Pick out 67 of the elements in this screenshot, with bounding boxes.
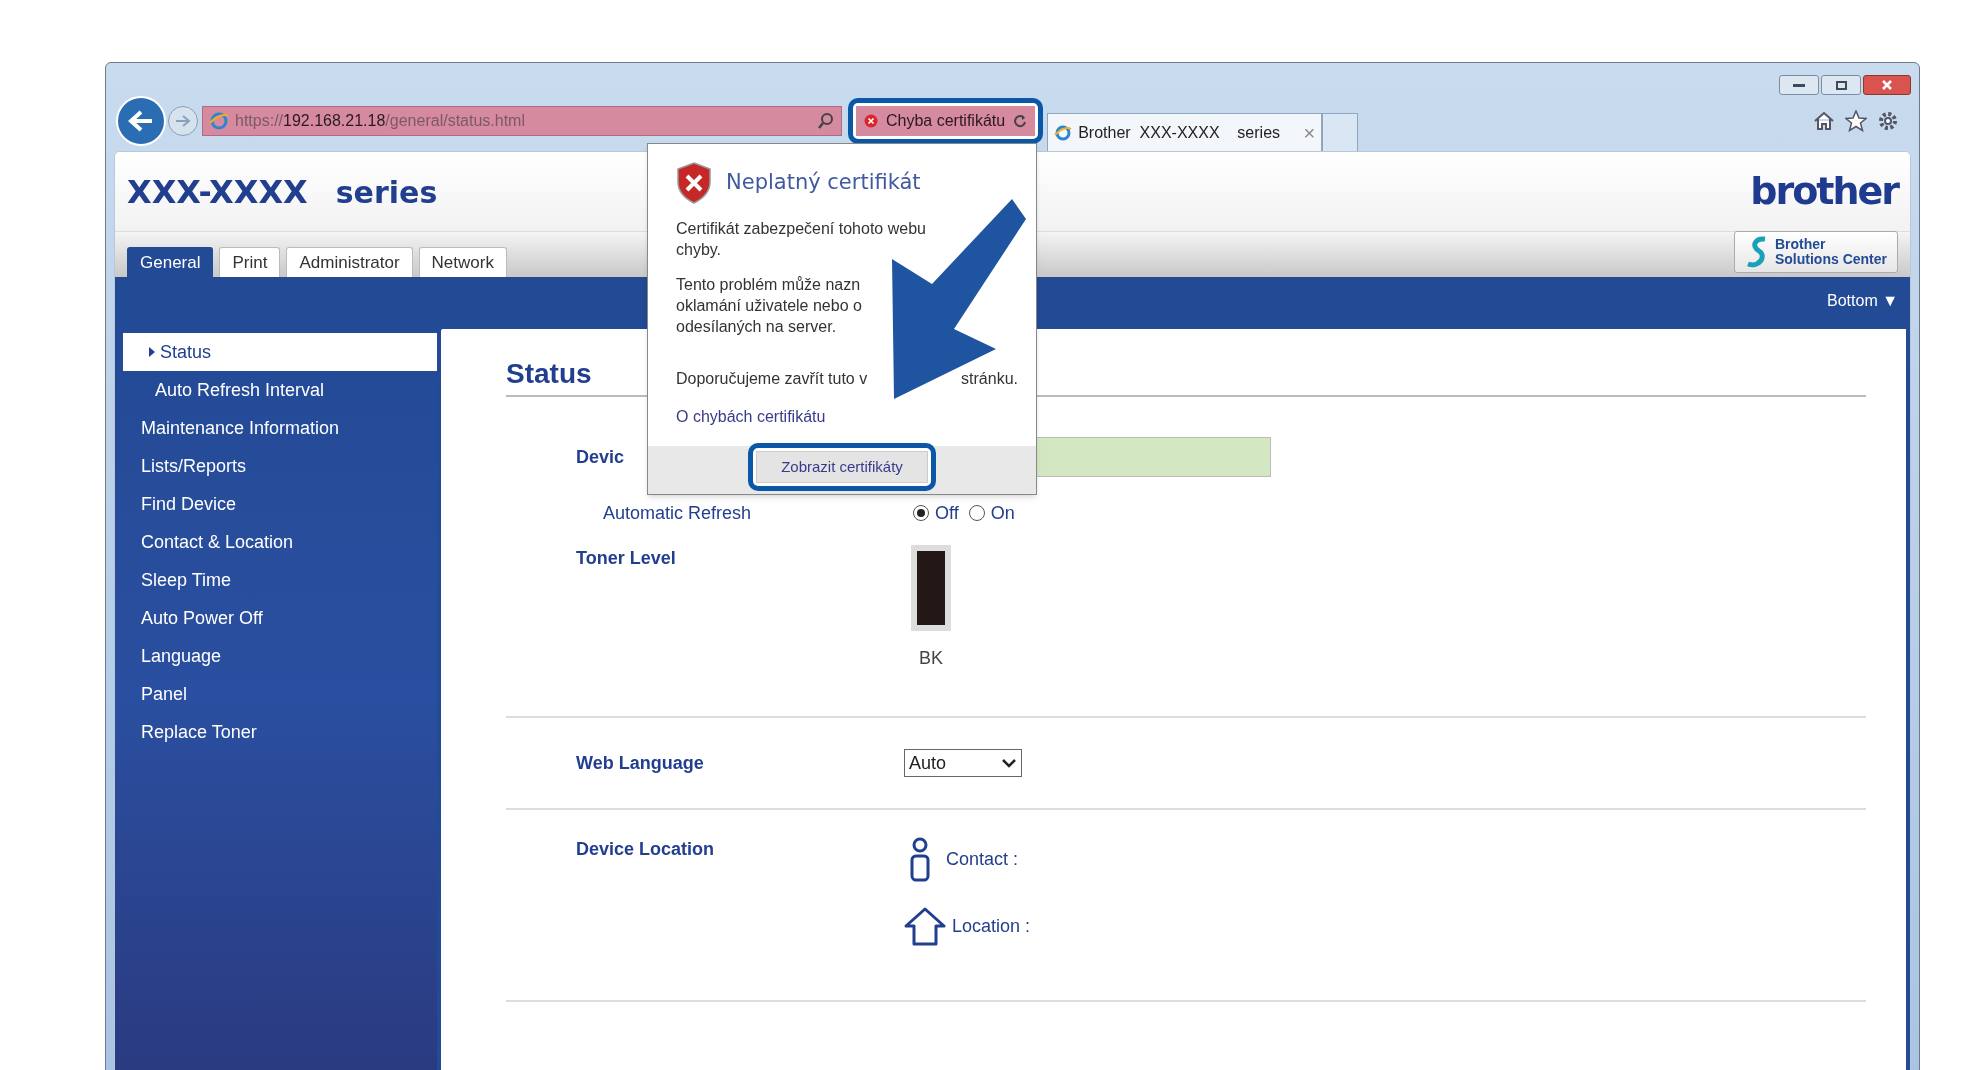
tab-title: Brother XXX-XXXX series bbox=[1078, 122, 1281, 143]
chevron-down-icon bbox=[1001, 758, 1017, 768]
sidebar-item[interactable]: Sleep Time bbox=[115, 561, 437, 599]
sidebar-item[interactable]: Language bbox=[115, 637, 437, 675]
settings-icon[interactable] bbox=[1877, 110, 1899, 132]
sidebar-item[interactable]: Contact & Location bbox=[115, 523, 437, 561]
toner-name: BK bbox=[919, 647, 943, 670]
browser-tab[interactable]: Brother XXX-XXXX series × bbox=[1047, 113, 1323, 151]
house-icon bbox=[904, 906, 946, 946]
browser-logo-icon bbox=[1054, 123, 1073, 142]
home-icon[interactable] bbox=[1813, 111, 1835, 131]
view-certificates-button[interactable]: Zobrazit certifikáty bbox=[756, 451, 928, 483]
field-label: Automatic Refresh bbox=[603, 501, 753, 525]
field-label: Device Location bbox=[576, 838, 716, 861]
minimize-button[interactable] bbox=[1779, 75, 1819, 95]
sidebar-item[interactable]: Lists/Reports bbox=[115, 447, 437, 485]
caret-icon bbox=[149, 347, 155, 357]
model-title: XXX-XXXX bbox=[127, 171, 308, 213]
contact-label: Contact : bbox=[946, 847, 1019, 871]
search-icon bbox=[817, 112, 835, 130]
shield-error-icon bbox=[864, 114, 878, 128]
address-bar[interactable]: https://192.168.21.18/general/status.html bbox=[202, 106, 842, 136]
forward-arrow-icon bbox=[175, 114, 191, 128]
popup-text: Certifikát zabezpečení tohoto webu chyby. bbox=[676, 219, 927, 260]
url-text: https://192.168.21.18/general/status.html bbox=[235, 111, 525, 131]
nav-tab[interactable]: General bbox=[127, 247, 214, 277]
popup-text: Doporučujeme zavřít tuto v bbox=[676, 369, 868, 389]
radio-button[interactable] bbox=[968, 505, 985, 521]
nav-tab[interactable]: Print bbox=[219, 247, 281, 277]
nav-tab[interactable]: Network bbox=[418, 247, 507, 277]
page-title: Status bbox=[506, 357, 592, 391]
bottom-link[interactable]: Bottom ▼ bbox=[1827, 289, 1898, 313]
series-title: series bbox=[335, 173, 438, 212]
sidebar-item[interactable]: Status bbox=[123, 333, 437, 371]
browser-logo-icon bbox=[209, 111, 229, 131]
sidebar-item[interactable]: Maintenance Information bbox=[115, 409, 437, 447]
certificate-errors-link[interactable]: O chybách certifikátu bbox=[676, 405, 826, 429]
back-button[interactable] bbox=[116, 96, 166, 146]
shield-error-icon bbox=[676, 162, 712, 204]
radio-option[interactable]: On bbox=[968, 499, 1015, 527]
popup-text: stránku. bbox=[961, 369, 1018, 389]
radio-option[interactable]: Off bbox=[913, 499, 959, 527]
maximize-button[interactable] bbox=[1821, 75, 1861, 95]
field-label: Toner Level bbox=[576, 547, 677, 570]
brand-logo: brother bbox=[1750, 168, 1898, 215]
button-label: Solutions Center bbox=[1775, 252, 1887, 267]
sidebar-item[interactable]: Auto Power Off bbox=[115, 599, 437, 637]
sidebar-item[interactable]: Auto Refresh Interval bbox=[115, 371, 437, 409]
close-icon bbox=[1881, 79, 1893, 91]
back-arrow-icon bbox=[128, 110, 154, 132]
star-icon[interactable] bbox=[1845, 110, 1867, 132]
sidebar-item[interactable]: Find Device bbox=[115, 485, 437, 523]
sidebar-item[interactable]: Replace Toner bbox=[115, 713, 437, 751]
close-button[interactable] bbox=[1863, 75, 1911, 95]
button-label: Brother bbox=[1775, 237, 1827, 252]
field-label: Web Language bbox=[576, 751, 705, 775]
language-select[interactable]: Auto bbox=[904, 749, 1022, 777]
popup-title: Neplatný certifikát bbox=[726, 169, 921, 197]
nav-tab[interactable]: Administrator bbox=[286, 247, 413, 277]
certificate-error-button[interactable]: Chyba certifikátu bbox=[856, 106, 1036, 136]
field-label: Devic bbox=[576, 445, 626, 469]
radio-button[interactable] bbox=[913, 505, 929, 521]
location-label: Location : bbox=[952, 914, 1031, 938]
sidebar-item[interactable]: Panel bbox=[115, 675, 437, 713]
popup-text: Tento problém může nazn oklamání uživatele nebo o odesílaných na server. bbox=[676, 275, 863, 337]
solutions-center-button[interactable]: Brother Solutions Center bbox=[1734, 231, 1898, 273]
refresh-icon bbox=[1013, 114, 1028, 128]
